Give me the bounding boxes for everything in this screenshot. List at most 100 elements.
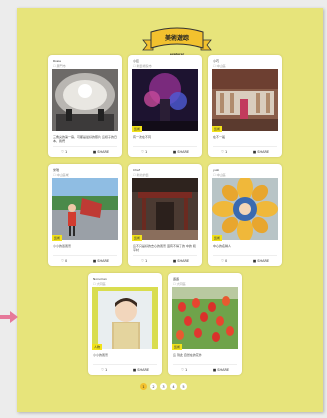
page-button[interactable]: 2 xyxy=(150,383,157,390)
post-card[interactable]: 小巨 ☐ 新藝術館市 藝術 有一次在不同 ♡ 1 ■ SHARE xyxy=(128,55,202,157)
post-card[interactable]: 米瑞 ☐ 中山區域 藝術 小小的蓋風景 ♡ 0 ■ SHARE xyxy=(48,164,122,266)
page-button[interactable]: 1 xyxy=(140,383,147,390)
like-button[interactable]: ♡ 1 xyxy=(221,150,227,154)
share-button[interactable]: ■ SHARE xyxy=(253,259,269,263)
card-user: Chef xyxy=(133,168,140,172)
card-location: ☐ 中山區 xyxy=(213,64,226,68)
card-divider xyxy=(213,146,277,147)
card-photo[interactable] xyxy=(212,69,278,131)
share-button[interactable]: ■ SHARE xyxy=(93,150,109,154)
card-tag: 藝術 xyxy=(212,235,223,241)
heart-icon: ♡ xyxy=(60,150,64,154)
heart-icon: ♡ xyxy=(140,259,144,263)
like-button[interactable]: ♡ 1 xyxy=(181,368,187,372)
card-photo[interactable] xyxy=(52,178,118,240)
card-caption: 小小的蓋風景 xyxy=(53,244,72,248)
card-photo[interactable] xyxy=(132,69,198,131)
card-caption: 這不只是好的去心的風景 還有不得了的 中的 和平村 xyxy=(133,244,196,252)
card-actions: ♡ 0 ■ SHARE xyxy=(48,258,122,264)
like-count: 1 xyxy=(144,150,148,154)
card-divider xyxy=(93,364,157,365)
pointer-arrow-icon xyxy=(0,311,18,323)
share-button[interactable]: ■ SHARE xyxy=(93,259,109,263)
post-card[interactable]: 小巧 ☐ 中山區 藝術 在不一般 ♡ 1 ■ SHARE xyxy=(208,55,282,157)
card-photo[interactable] xyxy=(92,287,158,349)
card-divider xyxy=(53,255,117,256)
card-caption: 這 到此 自然在的花外 xyxy=(173,353,202,357)
like-button[interactable]: ♡ 1 xyxy=(61,150,67,154)
card-photo[interactable] xyxy=(52,69,118,131)
heart-icon: ♡ xyxy=(180,368,184,372)
heart-icon: ♡ xyxy=(140,150,144,154)
card-caption: 中心的名稱人 xyxy=(213,244,232,248)
card-tag: 藝術 xyxy=(172,344,183,350)
share-button[interactable]: ■ SHARE xyxy=(213,368,229,372)
like-count: 1 xyxy=(64,150,68,154)
card-location: ☐ 大同區 xyxy=(93,282,106,286)
card-user: 遊遊 xyxy=(173,277,180,281)
share-label: SHARE xyxy=(97,150,110,154)
card-divider xyxy=(133,255,197,256)
card-user: yuki xyxy=(213,168,220,172)
post-card[interactable]: Rosie ☐ 廈門市 三角尖的第一扇，可都是最好的照片 這樣子的日本，我們 ♡… xyxy=(48,55,122,157)
card-divider xyxy=(173,364,237,365)
card-caption: 小小的風景 xyxy=(93,353,109,357)
card-caption: 在不一般 xyxy=(213,135,226,139)
share-button[interactable]: ■ SHARE xyxy=(253,150,269,154)
post-card[interactable]: Chef ☐ 新北的藝 藝術 這不只是好的去心的風景 還有不得了的 中的 和平村… xyxy=(128,164,202,266)
pagination: 1 2 3 4 5 xyxy=(0,383,327,390)
page-button[interactable]: 4 xyxy=(170,383,177,390)
like-button[interactable]: ♡ 0 xyxy=(61,259,67,263)
card-location: ☐ 中山區 xyxy=(213,173,226,177)
card-actions: ♡ 0 ■ SHARE xyxy=(208,258,282,264)
share-icon: ■ xyxy=(92,259,97,263)
share-icon: ■ xyxy=(172,259,177,263)
card-caption: 三角尖的第一扇，可都是最好的照片 這樣子的日本，我們 xyxy=(53,135,117,143)
card-tag: 藝術 xyxy=(132,235,143,241)
card-location: ☐ 大同區 xyxy=(173,282,186,286)
post-card[interactable]: yuki ☐ 中山區 藝術 中心的名稱人 ♡ 0 ■ SHARE xyxy=(208,164,282,266)
like-count: 0 xyxy=(64,259,68,263)
like-button[interactable]: ♡ 1 xyxy=(141,150,147,154)
card-actions: ♡ 1 ■ SHARE xyxy=(168,367,242,373)
card-location: ☐ 新藝術館市 xyxy=(133,64,152,68)
like-button[interactable]: ♡ 1 xyxy=(101,368,107,372)
card-user: Noruman xyxy=(93,277,107,281)
card-actions: ♡ 1 ■ SHARE xyxy=(48,149,122,155)
card-actions: ♡ 1 ■ SHARE xyxy=(208,149,282,155)
card-photo[interactable] xyxy=(132,178,198,240)
card-user: 小巨 xyxy=(133,59,140,63)
like-button[interactable]: ♡ 1 xyxy=(141,259,147,263)
card-divider xyxy=(133,146,197,147)
like-button[interactable]: ♡ 0 xyxy=(221,259,227,263)
share-button[interactable]: ■ SHARE xyxy=(173,259,189,263)
share-icon: ■ xyxy=(252,259,257,263)
share-label: SHARE xyxy=(257,259,270,263)
share-label: SHARE xyxy=(137,368,150,372)
card-divider xyxy=(53,146,117,147)
share-label: SHARE xyxy=(257,150,270,154)
page-button[interactable]: 3 xyxy=(160,383,167,390)
share-button[interactable]: ■ SHARE xyxy=(133,368,149,372)
card-photo[interactable] xyxy=(212,178,278,240)
page-button[interactable]: 5 xyxy=(180,383,187,390)
banner-title: 美術遊踪 xyxy=(164,34,189,42)
card-location: ☐ 新北的藝 xyxy=(133,173,149,177)
like-count: 1 xyxy=(144,259,148,263)
like-count: 1 xyxy=(224,150,228,154)
share-label: SHARE xyxy=(177,150,190,154)
card-location: ☐ 廈門市 xyxy=(53,64,66,68)
card-tag: 藝術 xyxy=(52,235,63,241)
card-user: 米瑞 xyxy=(53,168,60,172)
post-card[interactable]: 遊遊 ☐ 大同區 藝術 這 到此 自然在的花外 ♡ 1 ■ SHARE xyxy=(168,273,242,375)
card-photo[interactable] xyxy=(172,287,238,349)
share-button[interactable]: ■ SHARE xyxy=(173,150,189,154)
card-user: Rosie xyxy=(53,59,62,63)
share-label: SHARE xyxy=(97,259,110,263)
card-location: ☐ 中山區域 xyxy=(53,173,69,177)
card-divider xyxy=(213,255,277,256)
card-tag: 藝術 xyxy=(212,126,223,132)
card-actions: ♡ 1 ■ SHARE xyxy=(88,367,162,373)
post-card[interactable]: Noruman ☐ 大同區 人物 小小的風景 ♡ 1 ■ SHARE xyxy=(88,273,162,375)
card-user: 小巧 xyxy=(213,59,220,63)
